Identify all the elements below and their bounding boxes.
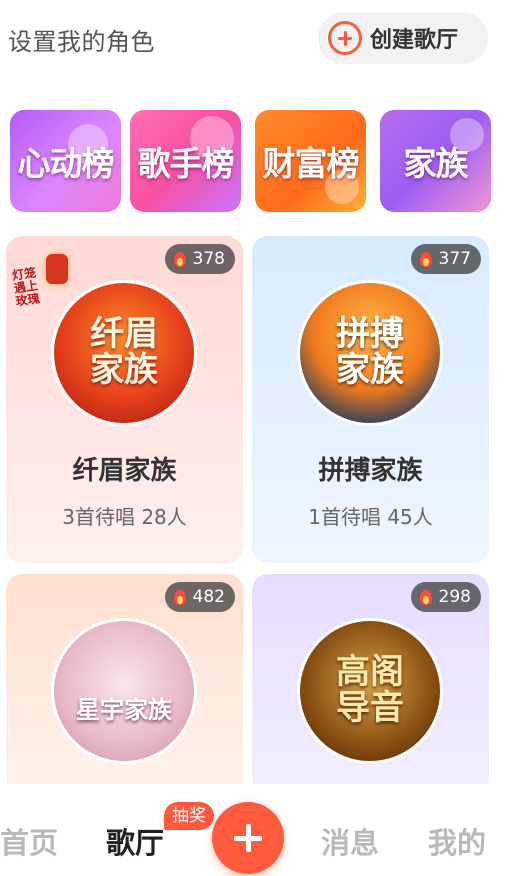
avatar-text: 高阁 导音 — [336, 652, 404, 728]
flame-icon — [173, 250, 187, 268]
heat-count: 482 — [192, 587, 225, 607]
hall-name: 拼搏家族 — [318, 456, 423, 486]
hall-avatar: 星宇家族 — [51, 618, 197, 764]
heat-badge: 378 — [164, 244, 235, 274]
flame-icon — [419, 588, 433, 606]
ranking-label: 歌手榜 — [137, 144, 235, 183]
heat-count: 298 — [438, 587, 471, 607]
nav-messages[interactable]: 消息 — [321, 820, 379, 862]
create-hall-label: 创建歌厅 — [370, 28, 459, 53]
hall-card[interactable]: 298 高阁 导音 — [252, 574, 489, 794]
nav-hall[interactable]: 歌厅 — [106, 820, 164, 862]
heat-badge: 482 — [164, 582, 235, 612]
ranking-tile-wealth[interactable]: 财富榜 — [255, 110, 366, 212]
ranking-tile-heartbeat[interactable]: 心动榜 — [10, 110, 121, 212]
heat-badge: 298 — [410, 582, 481, 612]
nav-me[interactable]: 我的 — [428, 820, 486, 862]
hall-card[interactable]: 灯笼 遇上 玫瑰 378 纤眉 家族 纤眉家族 3首待唱 28人 — [6, 236, 243, 563]
hall-avatar: 高阁 导音 — [297, 618, 443, 764]
flame-icon — [173, 588, 187, 606]
plus-circle-icon — [328, 21, 362, 55]
ranking-row: 心动榜 歌手榜 财富榜 家族 — [10, 110, 491, 212]
ranking-label: 心动榜 — [17, 144, 115, 183]
avatar-text: 拼搏 家族 — [336, 314, 404, 390]
lantern-icon — [46, 254, 68, 284]
flame-icon — [419, 250, 433, 268]
ranking-tile-singer[interactable]: 歌手榜 — [130, 110, 241, 212]
avatar-text: 星宇家族 — [76, 696, 172, 725]
set-role-link[interactable]: 设置我的角色 — [8, 22, 155, 57]
lottery-badge[interactable]: 抽奖 — [164, 802, 214, 830]
hall-avatar: 纤眉 家族 — [51, 280, 197, 426]
avatar-text: 纤眉 家族 — [90, 314, 158, 390]
ranking-tile-family[interactable]: 家族 — [380, 110, 491, 212]
hall-name: 纤眉家族 — [72, 456, 177, 486]
heat-badge: 377 — [410, 244, 481, 274]
bottom-nav: 首页 歌厅 抽奖 消息 我的 — [0, 784, 511, 876]
nav-home[interactable]: 首页 — [0, 820, 58, 862]
add-plus-button[interactable] — [212, 802, 284, 874]
heat-count: 377 — [438, 249, 471, 269]
hall-card[interactable]: 482 星宇家族 — [6, 574, 243, 794]
hall-stats: 3首待唱 28人 — [62, 505, 187, 529]
create-hall-button[interactable]: 创建歌厅 — [318, 12, 488, 64]
hall-avatar: 拼搏 家族 — [297, 280, 443, 426]
banner-text: 灯笼 遇上 玫瑰 — [11, 265, 41, 309]
heat-count: 378 — [192, 249, 225, 269]
top-bar: 设置我的角色 创建歌厅 — [0, 0, 511, 78]
hall-card[interactable]: 377 拼搏 家族 拼搏家族 1首待唱 45人 — [252, 236, 489, 563]
ranking-label: 家族 — [403, 144, 469, 183]
ranking-label: 财富榜 — [262, 144, 360, 183]
hall-stats: 1首待唱 45人 — [308, 505, 433, 529]
